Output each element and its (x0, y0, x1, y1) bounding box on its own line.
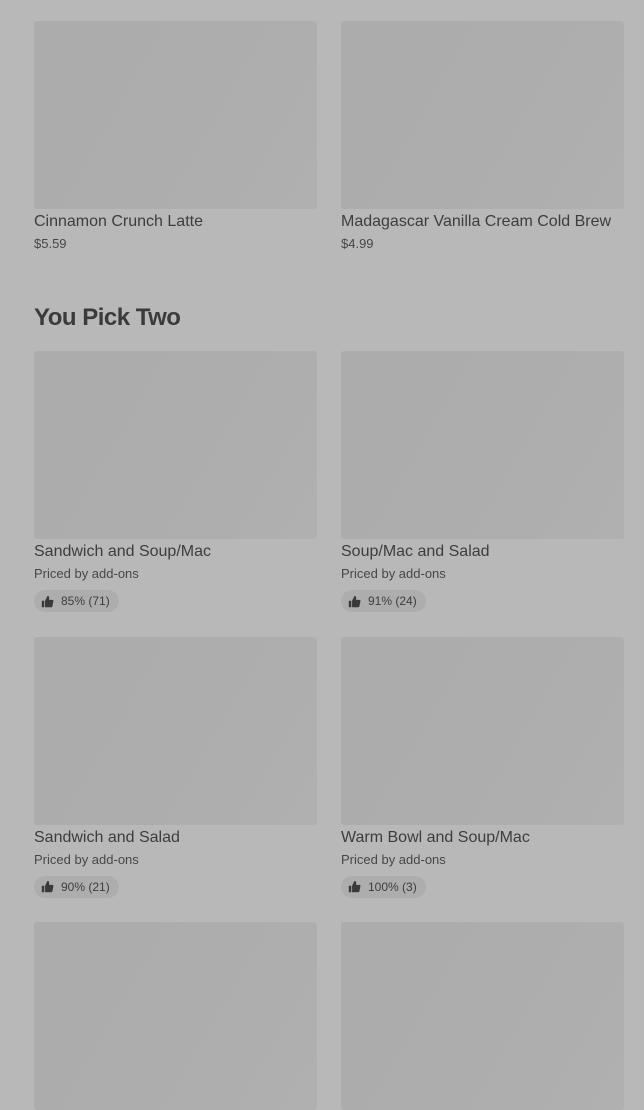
rating-text: 85% (71) (61, 594, 110, 608)
menu-item-price: $5.59 (34, 236, 67, 251)
menu-item-name[interactable]: Sandwich and Salad (34, 828, 317, 848)
menu-item-card[interactable]: Sandwich and Soup/Mac Priced by add-ons … (34, 351, 317, 613)
menu-item-image[interactable] (34, 922, 317, 1110)
menu-item-image[interactable] (34, 636, 317, 825)
rating-text: 90% (21) (61, 879, 110, 894)
menu-item-name[interactable]: Sandwich and Soup/Mac (34, 542, 317, 562)
menu-item-card[interactable]: Madagascar Vanilla Cream Cold Brew $4.99 (341, 21, 624, 252)
rating-text: 91% (24) (368, 594, 417, 608)
rating-badge: 85% (71) (34, 590, 119, 612)
menu-item-name[interactable]: Warm Bowl and Soup/Mac (341, 828, 624, 848)
section-items-grid: Sandwich and Soup/Mac Priced by add-ons … (34, 351, 624, 1110)
menu-item-image[interactable] (341, 21, 624, 209)
featured-items-grid: Cinnamon Crunch Latte $5.59 Madagascar V… (34, 21, 624, 252)
menu-item-price: Priced by add-ons (341, 566, 446, 581)
thumbs-up-icon (348, 595, 361, 607)
thumbs-up-icon (41, 880, 54, 893)
menu-item-card[interactable] (341, 922, 624, 1110)
rating-text: 100% (3) (368, 879, 417, 894)
rating-badge: 90% (21) (34, 875, 119, 898)
rating-badge: 91% (24) (341, 590, 426, 612)
menu-item-card[interactable] (34, 922, 317, 1110)
menu-item-name[interactable]: Cinnamon Crunch Latte (34, 212, 317, 232)
menu-item-card[interactable]: Soup/Mac and Salad Priced by add-ons 91%… (341, 351, 624, 613)
menu-item-price: Priced by add-ons (341, 851, 446, 867)
menu-item-price: Priced by add-ons (34, 851, 139, 867)
section-title: You Pick Two (34, 304, 181, 331)
menu-item-image[interactable] (34, 351, 317, 539)
thumbs-up-icon (348, 880, 361, 893)
menu-item-image[interactable] (341, 922, 624, 1110)
thumbs-up-icon (41, 595, 54, 607)
menu-item-name[interactable]: Madagascar Vanilla Cream Cold Brew (341, 212, 624, 232)
menu-item-card[interactable]: Warm Bowl and Soup/Mac Priced by add-ons… (341, 636, 624, 899)
menu-item-card[interactable]: Cinnamon Crunch Latte $5.59 (34, 21, 317, 252)
menu-item-image[interactable] (341, 636, 624, 825)
menu-item-card[interactable]: Sandwich and Salad Priced by add-ons 90%… (34, 636, 317, 899)
menu-item-price: Priced by add-ons (34, 566, 139, 581)
rating-badge: 100% (3) (341, 875, 426, 898)
menu-item-name[interactable]: Soup/Mac and Salad (341, 542, 624, 562)
menu-item-image[interactable] (34, 21, 317, 209)
menu-item-image[interactable] (341, 351, 624, 539)
menu-item-price: $4.99 (341, 236, 374, 251)
